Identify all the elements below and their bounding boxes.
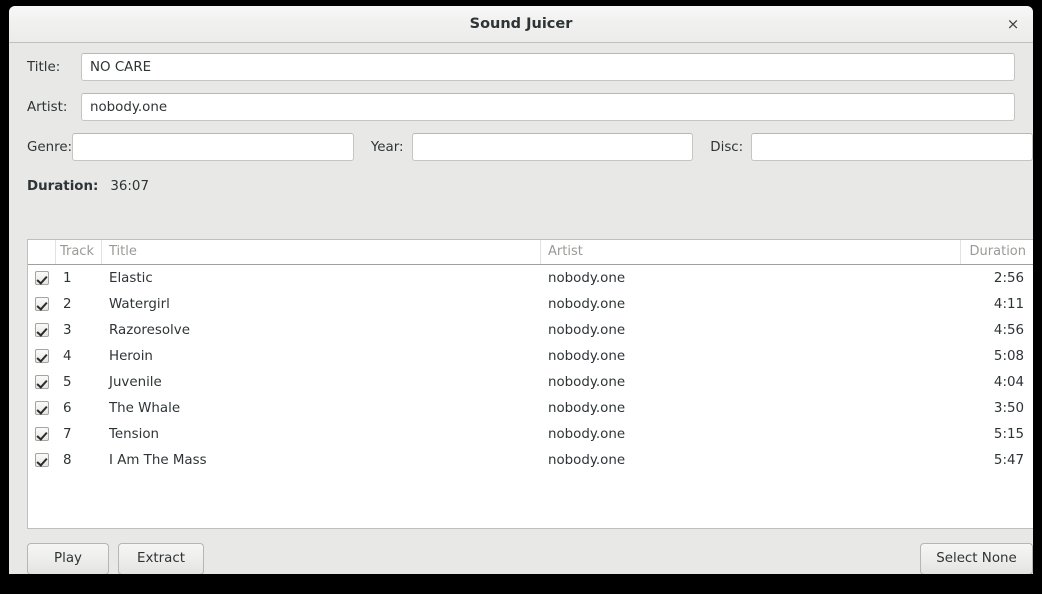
table-row[interactable]: 8 I Am The Mass nobody.one 5:47	[28, 447, 1033, 473]
checkbox-checked-icon[interactable]	[35, 271, 49, 285]
close-icon[interactable]: ×	[1001, 12, 1025, 36]
cell-title: Elastic	[109, 270, 153, 286]
cell-duration: 5:15	[993, 426, 1024, 442]
row-checkbox-cell[interactable]	[28, 349, 56, 363]
table-row[interactable]: 3 Razoresolve nobody.one 4:56	[28, 317, 1033, 343]
row-checkbox-cell[interactable]	[28, 271, 56, 285]
title-label: Title:	[27, 59, 61, 75]
cell-title: The Whale	[109, 400, 181, 416]
cell-duration: 2:56	[993, 270, 1024, 286]
sound-juicer-window: Sound Juicer × Title: Artist: Genre: Yea…	[9, 6, 1033, 574]
cell-duration: 4:56	[993, 322, 1024, 338]
track-list-rows: 1 Elastic nobody.one 2:56 2 Watergirl nobody.o…	[28, 265, 1033, 473]
cell-track: 4	[63, 348, 72, 364]
row-checkbox-cell[interactable]	[28, 427, 56, 441]
cell-duration: 5:08	[993, 348, 1024, 364]
column-header-artist[interactable]: Artist	[541, 240, 961, 264]
extract-button[interactable]: Extract	[118, 543, 204, 574]
cell-artist: nobody.one	[548, 400, 626, 416]
cell-track: 6	[63, 400, 72, 416]
column-header-track[interactable]: Track	[56, 240, 102, 264]
table-row[interactable]: 7 Tension nobody.one 5:15	[28, 421, 1033, 447]
window-title: Sound Juicer	[469, 16, 573, 32]
year-input[interactable]	[411, 133, 694, 161]
track-list-header: Track Title Artist Duration	[28, 240, 1033, 265]
cell-artist: nobody.one	[548, 452, 626, 468]
genre-field-row: Genre: Year: Disc:	[9, 132, 1033, 162]
select-none-button[interactable]: Select None	[920, 543, 1033, 574]
cell-duration: 4:11	[993, 296, 1024, 312]
column-header-duration[interactable]: Duration	[961, 240, 1033, 264]
row-checkbox-cell[interactable]	[28, 323, 56, 337]
cell-track: 7	[63, 426, 72, 442]
cell-track: 5	[63, 374, 72, 390]
disc-label: Disc:	[710, 139, 744, 155]
cell-title: Tension	[109, 426, 160, 442]
cell-duration: 3:50	[993, 400, 1024, 416]
checkbox-checked-icon[interactable]	[35, 297, 49, 311]
cell-title: I Am The Mass	[109, 452, 207, 468]
track-list[interactable]: Track Title Artist Duration 1 Elastic nobo…	[27, 239, 1033, 529]
cell-track: 8	[63, 452, 72, 468]
table-row[interactable]: 1 Elastic nobody.one 2:56	[28, 265, 1033, 291]
checkbox-checked-icon[interactable]	[35, 323, 49, 337]
table-row[interactable]: 5 Juvenile nobody.one 4:04	[28, 369, 1033, 395]
window-content: Title: Artist: Genre: Year: Disc: Durati…	[9, 43, 1033, 574]
cell-artist: nobody.one	[548, 296, 626, 312]
column-header-check[interactable]	[28, 240, 56, 264]
cell-title: Razoresolve	[109, 322, 190, 338]
row-checkbox-cell[interactable]	[28, 375, 56, 389]
cell-track: 1	[63, 270, 72, 286]
checkbox-checked-icon[interactable]	[35, 401, 49, 415]
checkbox-checked-icon[interactable]	[35, 375, 49, 389]
row-checkbox-cell[interactable]	[28, 401, 56, 415]
cell-track: 2	[63, 296, 72, 312]
cell-title: Watergirl	[109, 296, 170, 312]
disc-input[interactable]	[751, 133, 1033, 161]
checkbox-checked-icon[interactable]	[35, 349, 49, 363]
artist-field-row: Artist:	[9, 92, 1033, 122]
row-checkbox-cell[interactable]	[28, 453, 56, 467]
cell-artist: nobody.one	[548, 374, 626, 390]
table-row[interactable]: 2 Watergirl nobody.one 4:11	[28, 291, 1033, 317]
cell-duration: 5:47	[993, 452, 1024, 468]
title-field-row: Title:	[9, 52, 1033, 82]
cell-track: 3	[63, 322, 72, 338]
table-row[interactable]: 4 Heroin nobody.one 5:08	[28, 343, 1033, 369]
cell-artist: nobody.one	[548, 426, 626, 442]
column-header-title[interactable]: Title	[102, 240, 541, 264]
play-button[interactable]: Play	[27, 543, 109, 574]
year-label: Year:	[370, 139, 404, 155]
cell-artist: nobody.one	[548, 322, 626, 338]
cell-artist: nobody.one	[548, 270, 626, 286]
cell-title: Heroin	[109, 348, 153, 364]
cell-artist: nobody.one	[548, 348, 626, 364]
duration-value: 36:07	[110, 178, 149, 194]
genre-input[interactable]	[72, 133, 354, 161]
artist-input[interactable]	[81, 93, 1015, 121]
artist-label: Artist:	[27, 99, 68, 115]
checkbox-checked-icon[interactable]	[35, 453, 49, 467]
duration-label: Duration:	[27, 178, 99, 194]
genre-label: Genre:	[27, 139, 73, 155]
cell-duration: 4:04	[993, 374, 1024, 390]
window-titlebar: Sound Juicer ×	[9, 6, 1033, 43]
checkbox-checked-icon[interactable]	[35, 427, 49, 441]
cell-title: Juvenile	[109, 374, 162, 390]
row-checkbox-cell[interactable]	[28, 297, 56, 311]
table-row[interactable]: 6 The Whale nobody.one 3:50	[28, 395, 1033, 421]
duration-row: Duration: 36:07	[9, 171, 1033, 201]
title-input[interactable]	[81, 53, 1015, 81]
